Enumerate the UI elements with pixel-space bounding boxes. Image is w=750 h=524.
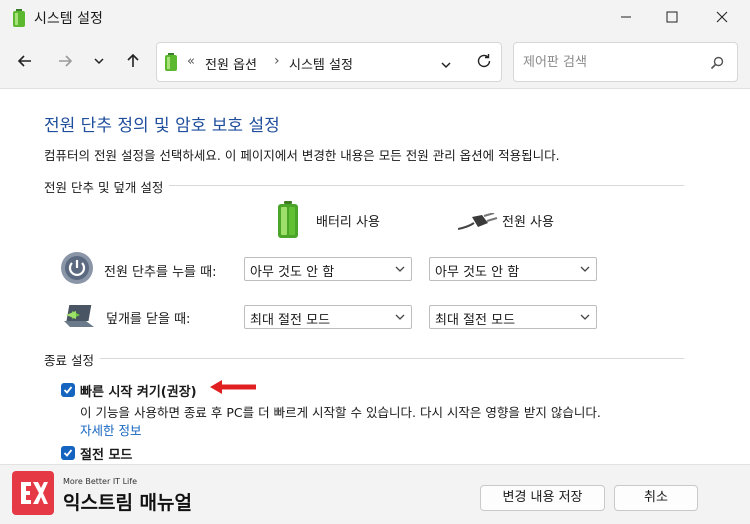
back-button[interactable] — [10, 46, 40, 76]
shutdown-section-label: 종료 설정 — [44, 350, 100, 369]
red-arrow-annotation — [210, 379, 258, 398]
minimize-button[interactable] — [604, 0, 648, 34]
recent-locations-button[interactable] — [84, 46, 114, 76]
page-description: 컴퓨터의 전원 설정을 선택하세요. 이 페이지에서 변경한 내용은 모든 전원… — [44, 148, 560, 163]
sleep-label[interactable]: 절전 모드 — [80, 444, 132, 463]
fast-startup-description: 이 기능을 사용하면 종료 후 PC를 더 빠르게 시작할 수 있습니다. 다시… — [80, 405, 601, 420]
minimize-icon — [621, 16, 631, 18]
chevron-down-icon — [94, 58, 104, 65]
refresh-icon — [477, 54, 491, 68]
power-button-label: 전원 단추를 누를 때: — [104, 265, 217, 280]
breadcrumb-overflow[interactable]: « — [187, 54, 195, 69]
fast-startup-label[interactable]: 빠른 시작 켜기(권장) — [80, 381, 197, 400]
power-button-battery-select[interactable]: 아무 것도 안 함 — [244, 257, 412, 281]
more-info-link[interactable]: 자세한 정보 — [80, 420, 141, 439]
main-content: 전원 단추 정의 및 암호 보호 설정 컴퓨터의 전원 설정을 선택하세요. 이… — [0, 88, 750, 464]
power-button-icon — [60, 251, 94, 289]
battery-column-header: 배터리 사용 — [316, 215, 380, 230]
power-plug-icon — [457, 212, 498, 237]
refresh-button[interactable] — [475, 52, 493, 74]
sleep-checkbox[interactable] — [61, 446, 75, 460]
select-value: 아무 것도 안 함 — [250, 265, 335, 280]
select-value: 최대 절전 모드 — [435, 313, 516, 328]
fast-startup-checkbox[interactable] — [61, 383, 75, 397]
maximize-button[interactable] — [650, 0, 694, 34]
chevron-down-icon — [580, 314, 590, 320]
lid-close-battery-select[interactable]: 최대 절전 모드 — [244, 305, 412, 329]
brand-logo — [12, 471, 54, 515]
brand-name: 익스트림 매뉴얼 — [63, 492, 192, 514]
close-icon — [716, 11, 728, 23]
search-input[interactable] — [523, 52, 703, 72]
up-button[interactable] — [118, 46, 148, 76]
power-button-plugged-select[interactable]: 아무 것도 안 함 — [429, 257, 597, 281]
select-value: 아무 것도 안 함 — [435, 265, 520, 280]
chevron-down-icon — [580, 266, 590, 272]
checkmark-icon — [63, 386, 73, 394]
cancel-button[interactable]: 취소 — [614, 485, 698, 511]
arrow-up-icon — [127, 53, 139, 67]
arrow-right-icon — [59, 55, 73, 67]
select-value: 최대 절전 모드 — [250, 313, 331, 328]
battery-app-icon — [12, 9, 26, 31]
lid-close-plugged-select[interactable]: 최대 절전 모드 — [429, 305, 597, 329]
address-bar[interactable]: « 전원 옵션 › 시스템 설정 — [156, 42, 502, 82]
breadcrumb-power-options[interactable]: 전원 옵션 — [205, 54, 257, 73]
title-bar: 시스템 설정 — [0, 0, 750, 36]
section-divider — [44, 358, 684, 359]
battery-icon — [277, 201, 299, 243]
brand-tagline: More Better IT Life — [63, 477, 138, 486]
battery-location-icon — [165, 53, 177, 75]
save-changes-button[interactable]: 변경 내용 저장 — [480, 485, 605, 511]
breadcrumb-system-settings[interactable]: 시스템 설정 — [289, 54, 353, 73]
window-title: 시스템 설정 — [34, 11, 103, 27]
address-dropdown-button[interactable] — [440, 56, 452, 75]
lid-close-label: 덮개를 닫을 때: — [106, 312, 191, 327]
search-box[interactable] — [513, 42, 738, 82]
laptop-lid-icon — [60, 301, 96, 335]
brand-logo-icon — [21, 482, 48, 504]
page-title: 전원 단추 정의 및 암호 보호 설정 — [44, 116, 280, 136]
plugged-column-header: 전원 사용 — [502, 215, 554, 230]
navigation-bar: « 전원 옵션 › 시스템 설정 — [0, 36, 750, 88]
breadcrumb-separator[interactable]: › — [274, 53, 280, 69]
checkmark-icon — [63, 449, 73, 457]
footer: More Better IT Life 익스트림 매뉴얼 변경 내용 저장 취소 — [0, 464, 750, 524]
chevron-down-icon — [395, 266, 405, 272]
arrow-left-icon — [17, 55, 31, 67]
close-button[interactable] — [700, 0, 744, 34]
search-icon[interactable] — [710, 55, 724, 74]
chevron-down-icon — [441, 62, 451, 69]
power-section-label: 전원 단추 및 덮개 설정 — [44, 177, 170, 196]
forward-button[interactable] — [50, 46, 80, 76]
chevron-down-icon — [395, 314, 405, 320]
maximize-icon — [666, 11, 678, 23]
